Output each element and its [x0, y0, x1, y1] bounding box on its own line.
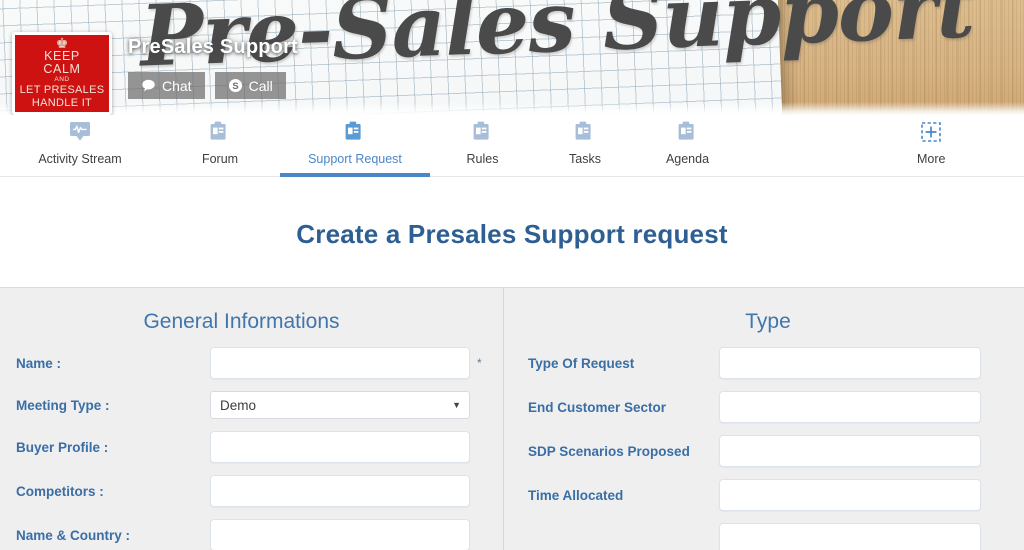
field-label: Time Allocated	[528, 487, 624, 503]
required-asterisk: *	[477, 356, 482, 370]
field-label: Buyer Profile :	[16, 439, 109, 455]
chat-bubble-icon	[141, 78, 156, 93]
clipboard-icon	[344, 121, 366, 148]
tab-more[interactable]: More	[903, 115, 959, 177]
end-customer-sector-input[interactable]	[719, 391, 981, 423]
request-form-panel: General Informations Name : * Meeting Ty…	[0, 287, 1024, 550]
site-banner: Pre-Sales Support ♚ KEEP CALM AND LET PR…	[0, 0, 1024, 115]
competitors-input[interactable]	[210, 475, 470, 507]
form-column-general: General Informations Name : * Meeting Ty…	[0, 288, 503, 550]
section-heading-type: Type	[745, 310, 791, 333]
additional-input[interactable]	[719, 523, 981, 550]
chevron-down-icon: ▼	[452, 400, 461, 410]
time-allocated-input[interactable]	[719, 479, 981, 511]
field-label: SDP Scenarios Proposed	[528, 443, 690, 459]
banner-actions: Chat S Call	[128, 72, 286, 99]
buyer-profile-input[interactable]	[210, 431, 470, 463]
clipboard-icon	[472, 121, 494, 148]
section-heading-general: General Informations	[143, 310, 340, 333]
tab-label: Rules	[466, 152, 499, 166]
name-and-country-input[interactable]	[210, 519, 470, 550]
activity-monitor-icon	[67, 121, 93, 148]
chat-button-label: Chat	[162, 77, 192, 94]
poster-line-2: CALM	[43, 62, 81, 76]
tab-rules[interactable]: Rules	[430, 115, 535, 177]
field-label: Type Of Request	[528, 355, 635, 371]
plus-dashed-icon	[920, 121, 942, 148]
field-label: Name & Country :	[16, 527, 131, 543]
tab-support-request[interactable]: Support Request	[280, 115, 430, 177]
tab-forum[interactable]: Forum	[160, 115, 280, 177]
field-row-meeting-type: Meeting Type : Demo ▼	[0, 391, 503, 419]
clipboard-icon	[209, 121, 231, 148]
crown-icon: ♚	[55, 35, 69, 51]
tab-tasks[interactable]: Tasks	[535, 115, 635, 177]
field-row-name-and-country: Name & Country :	[0, 519, 503, 550]
poster-line-3: LET PRESALES	[19, 84, 105, 96]
tab-activity-stream[interactable]: Activity Stream	[0, 115, 160, 177]
site-title: PreSales Support	[128, 36, 298, 58]
clipboard-icon	[677, 121, 699, 148]
tab-label: Agenda	[665, 152, 710, 166]
name-input[interactable]	[210, 347, 470, 379]
field-label: Meeting Type :	[16, 397, 110, 413]
page-title: Create a Presales Support request	[296, 219, 728, 249]
field-row-competitors: Competitors :	[0, 475, 503, 507]
call-button[interactable]: S Call	[214, 72, 286, 99]
poster-line-4: HANDLE IT	[31, 97, 93, 109]
field-row-name: Name : *	[0, 347, 503, 379]
svg-text:S: S	[232, 81, 238, 91]
call-button-label: Call	[248, 77, 273, 94]
tab-underline	[280, 173, 430, 177]
field-row-sdp-scenarios-proposed: SDP Scenarios Proposed	[504, 435, 1024, 467]
field-row-end-customer-sector: End Customer Sector	[504, 391, 1024, 423]
field-row-type-of-request: Type Of Request	[504, 347, 1024, 379]
tab-label: Forum	[201, 152, 239, 166]
tab-label: Tasks	[569, 152, 601, 166]
poster-and: AND	[54, 76, 70, 83]
banner-bottom-fade	[0, 102, 1024, 115]
meeting-type-value: Demo	[220, 397, 257, 413]
field-row-time-allocated: Time Allocated	[504, 479, 1024, 511]
field-row-additional	[504, 523, 1024, 550]
field-label: Name :	[16, 355, 62, 371]
main-navigation: Activity Stream Forum Support Request Ru…	[0, 115, 1024, 177]
field-label: Competitors :	[16, 483, 104, 499]
type-of-request-input[interactable]	[719, 347, 981, 379]
keep-calm-poster: ♚ KEEP CALM AND LET PRESALES HANDLE IT	[12, 32, 112, 115]
field-row-buyer-profile: Buyer Profile :	[0, 431, 503, 463]
chat-button[interactable]: Chat	[128, 72, 205, 99]
form-column-type: Type Type Of Request End Customer Sector…	[503, 288, 1024, 550]
meeting-type-select[interactable]: Demo ▼	[210, 391, 470, 419]
tab-label: Support Request	[308, 152, 402, 166]
tab-agenda[interactable]: Agenda	[635, 115, 740, 177]
field-label: End Customer Sector	[528, 399, 667, 415]
skype-icon: S	[228, 78, 243, 93]
tab-label: Activity Stream	[38, 152, 122, 166]
tab-label: More	[917, 152, 946, 166]
sdp-scenarios-proposed-input[interactable]	[719, 435, 981, 467]
clipboard-icon	[574, 121, 596, 148]
